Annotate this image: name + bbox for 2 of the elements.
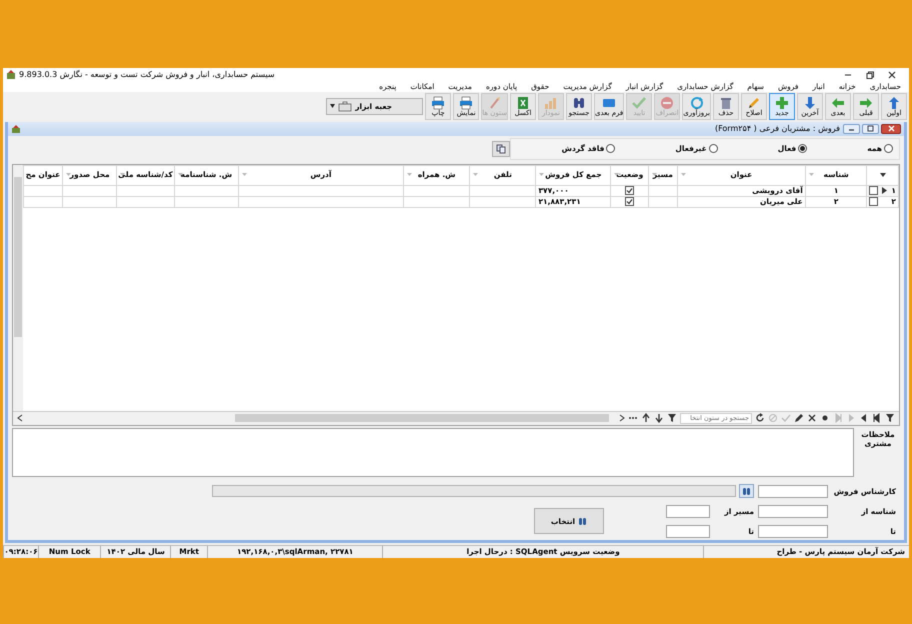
- window-title: سیستم حسابداری، انبار و فروش شرکت تست و توسعه - نگارش 9.893.0.3: [19, 70, 275, 80]
- form-title: فروش : مشتریان فرعی ( Form۲۵۴): [714, 124, 840, 134]
